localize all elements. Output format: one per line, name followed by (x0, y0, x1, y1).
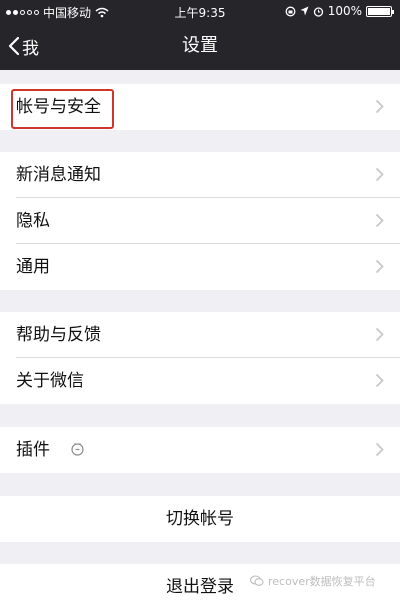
settings-item-label: 新消息通知 (16, 165, 101, 185)
watermark-text: recover数据恢复平台 (268, 575, 376, 588)
settings-item-label: 插件 (16, 440, 50, 460)
battery-icon (366, 5, 394, 17)
battery-percent: 100% (327, 4, 362, 18)
switch-account-label: 切换帐号 (166, 509, 234, 529)
settings-item-privacy[interactable]: 隐私 (0, 198, 400, 244)
plugin-icon (71, 443, 84, 456)
location-icon (300, 6, 309, 16)
switch-account-button[interactable]: 切换帐号 (0, 496, 400, 542)
chevron-right-icon (375, 259, 384, 274)
settings-item-general[interactable]: 通用 (0, 244, 400, 290)
settings-item-notifications[interactable]: 新消息通知 (0, 152, 400, 198)
settings-item-label: 通用 (16, 257, 50, 277)
rotation-lock-icon (285, 6, 296, 16)
settings-item-about[interactable]: 关于微信 (0, 358, 400, 404)
chevron-right-icon (375, 442, 384, 457)
settings-item-plugins[interactable]: 插件 (0, 427, 400, 473)
settings-item-help-feedback[interactable]: 帮助与反馈 (0, 312, 400, 358)
chevron-right-icon (375, 167, 384, 182)
navigation-bar: 我 设置 (0, 22, 400, 70)
wechat-official-account-icon (250, 575, 264, 586)
chevron-right-icon (375, 373, 384, 388)
alarm-icon (313, 6, 323, 17)
settings-item-label: 帮助与反馈 (16, 325, 101, 345)
highlight-box (11, 89, 114, 129)
settings-item-label: 关于微信 (16, 371, 84, 391)
watermark: recover数据恢复平台 (250, 573, 376, 589)
settings-item-label: 隐私 (16, 211, 50, 231)
chevron-right-icon (375, 213, 384, 228)
status-right: 100% (285, 4, 394, 18)
status-bar: 中国移动 上午9:35 100% (0, 0, 400, 22)
page-title: 设置 (182, 35, 218, 56)
chevron-right-icon (375, 99, 384, 114)
settings-item-account-security[interactable]: 帐号与安全 (0, 84, 400, 130)
chevron-right-icon (375, 327, 384, 342)
